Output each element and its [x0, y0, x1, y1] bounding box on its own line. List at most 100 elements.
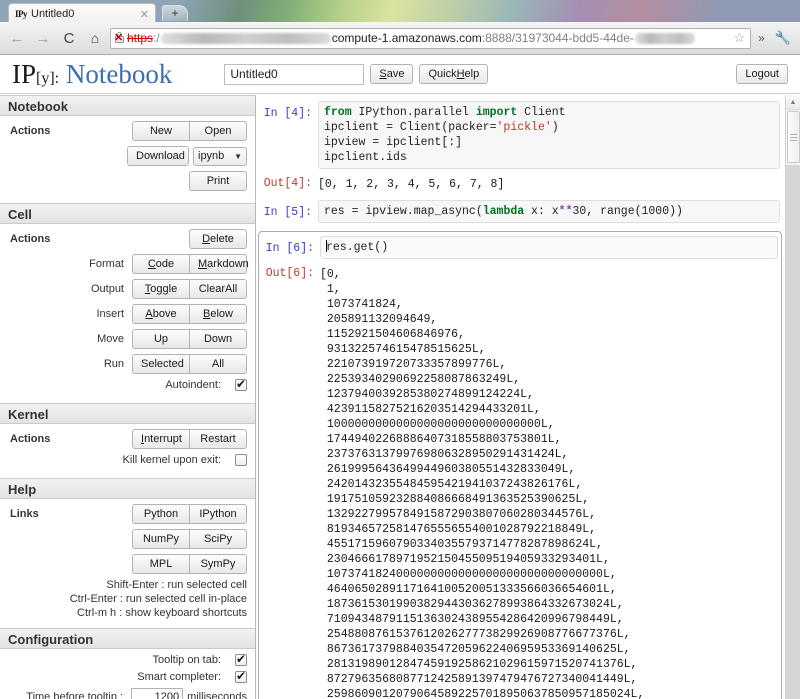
tooltip-delay-label: Time before tooltip : — [26, 691, 124, 699]
notebook-cell[interactable]: In [5]: res = ipview.map_async(lambda x:… — [256, 200, 784, 223]
section-notebook-body: Actions New Open Download ipynb ▼ Print — [0, 116, 255, 203]
move-up-button[interactable]: Up — [132, 329, 190, 349]
smart-completer-checkbox[interactable] — [235, 669, 247, 683]
help-links-row: Links Python IPython — [8, 504, 247, 524]
link-mpl-button[interactable]: MPL — [132, 554, 190, 574]
cell-format-group: Code Markdown — [132, 254, 249, 274]
new-tab-button[interactable]: + — [162, 5, 188, 21]
url-redacted-path — [634, 32, 695, 44]
scroll-up-arrow-icon[interactable]: ▲ — [786, 95, 800, 110]
notebook-header: IP[y]: Notebook SSaveave QuickHelp Logou… — [0, 55, 800, 94]
code-input-area[interactable]: res = ipview.map_async(lambda x: x**30, … — [318, 200, 780, 223]
delete-cell-button[interactable]: Delete — [189, 229, 247, 249]
code-keyword-lambda: lambda — [482, 205, 525, 218]
tooltip-delay-input[interactable] — [131, 688, 184, 699]
browser-tab[interactable]: IPy Untitled0 ✕ — [8, 3, 156, 22]
notebook-name-input[interactable] — [224, 63, 365, 85]
shortcut-hint-1: Shift-Enter : run selected cell — [106, 579, 247, 591]
reload-icon[interactable]: C — [58, 27, 80, 49]
cell-output-row: Out[6]: [0, 1, 1073741824, 2058911320946… — [262, 266, 778, 699]
download-format-value: ipynb — [198, 150, 225, 162]
link-numpy-button[interactable]: NumPy — [132, 529, 190, 549]
tooltip-on-tab-checkbox[interactable] — [235, 652, 247, 666]
save-button[interactable]: SSaveave — [370, 64, 414, 84]
code-input-area-focused[interactable]: res.get() — [320, 236, 778, 259]
cell-output-row: Output Toggle ClearAll — [8, 279, 247, 299]
output-prompt: Out[4]: — [263, 177, 312, 190]
notebook-cells: In [4]: from IPython.parallel import Cli… — [256, 101, 800, 699]
logout-button[interactable]: Logout — [736, 64, 788, 84]
back-icon[interactable]: ← — [6, 27, 28, 49]
quickhelp-button[interactable]: QuickHelp — [419, 64, 489, 84]
cell-insert-group: Above Below — [132, 304, 247, 324]
section-notebook-header[interactable]: Notebook — [0, 95, 255, 116]
scrollbar-track[interactable] — [786, 165, 800, 699]
output-toggle-button[interactable]: Toggle — [132, 279, 190, 299]
security-badge[interactable]: ✕ — [114, 32, 126, 44]
link-ipython-button[interactable]: IPython — [189, 504, 247, 524]
tooltip-on-tab-row: Tooltip on tab: — [8, 652, 247, 666]
code-text: IPython.parallel — [351, 106, 476, 119]
link-sympy-button[interactable]: SymPy — [189, 554, 247, 574]
help-links-label: Links — [10, 508, 39, 520]
notebook-cell[interactable]: In [4]: from IPython.parallel import Cli… — [256, 101, 784, 192]
move-down-button[interactable]: Down — [189, 329, 247, 349]
run-selected-button[interactable]: Selected — [132, 354, 190, 374]
print-button[interactable]: Print — [189, 171, 247, 191]
code-keyword-import: import — [475, 106, 518, 119]
close-icon[interactable]: ✕ — [140, 8, 151, 21]
cell-move-row: Move Up Down — [8, 329, 247, 349]
help-links-group-3: MPL SymPy — [132, 554, 247, 574]
run-all-button[interactable]: All — [189, 354, 247, 374]
format-code-button[interactable]: Code — [132, 254, 190, 274]
autoindent-checkbox[interactable] — [235, 377, 247, 391]
url-scheme-separator: :/ — [153, 31, 160, 45]
chevron-overflow-icon[interactable]: » — [755, 31, 768, 45]
link-scipy-button[interactable]: SciPy — [189, 529, 247, 549]
browser-navbar: ← → C ⌂ ✕ https :/ compute-1.amazonaws.c… — [0, 22, 800, 55]
section-kernel-header[interactable]: Kernel — [0, 403, 255, 424]
forward-icon[interactable]: → — [32, 27, 54, 49]
cell-run-label: Run — [103, 358, 124, 370]
home-icon[interactable]: ⌂ — [84, 27, 106, 49]
bookmark-star-icon[interactable]: ☆ — [731, 30, 747, 46]
code-string: 'pickle' — [496, 121, 552, 134]
download-format-select[interactable]: ipynb ▼ — [193, 146, 247, 166]
code-post: 30, range(1000)) — [572, 205, 683, 218]
code-input-area[interactable]: from IPython.parallel import Client ipcl… — [318, 101, 780, 169]
notebook-print-row: Print — [8, 171, 247, 191]
ipython-favicon: IPy — [15, 9, 28, 19]
insert-below-button[interactable]: Below — [189, 304, 247, 324]
address-bar[interactable]: ✕ https :/ compute-1.amazonaws.com :8888… — [110, 27, 752, 49]
page-scrollbar[interactable]: ▲ — [785, 95, 800, 699]
section-configuration-header[interactable]: Configuration — [0, 628, 255, 649]
insert-above-button[interactable]: Above — [132, 304, 190, 324]
section-cell-header[interactable]: Cell — [0, 203, 255, 224]
logo-y: [y]: — [36, 69, 60, 87]
cell-input-row: In [4]: from IPython.parallel import Cli… — [260, 101, 780, 169]
interrupt-kernel-button[interactable]: Interrupt — [132, 429, 190, 449]
cell-output-label: Output — [90, 283, 124, 295]
notebook-cell-selected[interactable]: In [6]: res.get() Out[6]: [0, 1, 1073741… — [258, 231, 782, 699]
new-notebook-button[interactable]: New — [132, 121, 190, 141]
cell-move-group: Up Down — [132, 329, 247, 349]
wrench-menu-icon[interactable]: 🔧 — [772, 30, 794, 46]
code-text: res.get() — [326, 241, 389, 254]
download-button[interactable]: Download — [127, 146, 189, 166]
cell-insert-row: Insert Above Below — [8, 304, 247, 324]
scrollbar-thumb[interactable] — [787, 111, 800, 163]
link-python-button[interactable]: Python — [132, 504, 190, 524]
cell-autoindent-row: Autoindent: — [8, 377, 247, 391]
url-path: :8888/31973044-bdd5-44de- — [481, 31, 634, 45]
format-markdown-button[interactable]: Markdown — [189, 254, 249, 274]
open-notebook-button[interactable]: Open — [189, 121, 247, 141]
scrollbar-grip-icon — [790, 132, 797, 143]
section-help-header[interactable]: Help — [0, 478, 255, 499]
help-links-row-3: MPL SymPy — [8, 554, 247, 574]
restart-kernel-button[interactable]: Restart — [189, 429, 247, 449]
notebook-download-row: Download ipynb ▼ — [8, 146, 247, 166]
browser-window: IPy Untitled0 ✕ + ← → C ⌂ ✕ https :/ com… — [0, 0, 800, 699]
kill-kernel-checkbox[interactable] — [235, 454, 247, 466]
output-clearall-button[interactable]: ClearAll — [189, 279, 247, 299]
main-content: Notebook Actions New Open Download ipynb — [0, 95, 800, 699]
